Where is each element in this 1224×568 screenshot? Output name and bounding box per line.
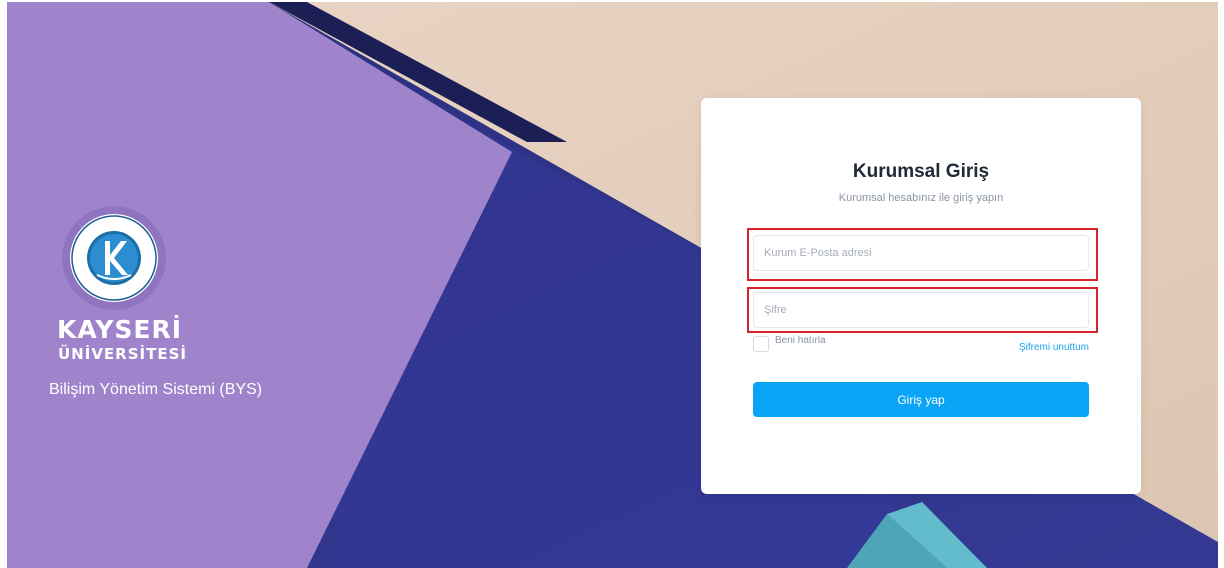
remember-me[interactable]: Beni hatırla <box>753 335 826 352</box>
email-input[interactable] <box>753 235 1089 271</box>
password-input[interactable] <box>753 292 1089 328</box>
login-title: Kurumsal Giriş <box>852 161 990 182</box>
remember-me-checkbox[interactable] <box>753 336 769 352</box>
forgot-password-link[interactable]: Şifremi unuttum <box>1019 342 1089 354</box>
system-name: Bilişim Yönetim Sistemi (BYS) <box>49 381 263 398</box>
university-logo-icon <box>62 206 166 310</box>
login-subtitle: Kurumsal hesabınız ile giriş yapın <box>838 192 1004 204</box>
remember-me-label: Beni hatırla <box>775 335 826 346</box>
brand-subname: ÜNİVERSİTESİ <box>58 345 187 363</box>
brand-name: KAYSERİ <box>57 315 183 344</box>
login-card: Kurumsal Giriş Kurumsal hesabınız ile gi… <box>701 98 1141 494</box>
login-page: KAYSERİ ÜNİVERSİTESİ Bilişim Yönetim Sis… <box>0 0 1224 568</box>
login-button[interactable]: Giriş yap <box>753 382 1089 417</box>
